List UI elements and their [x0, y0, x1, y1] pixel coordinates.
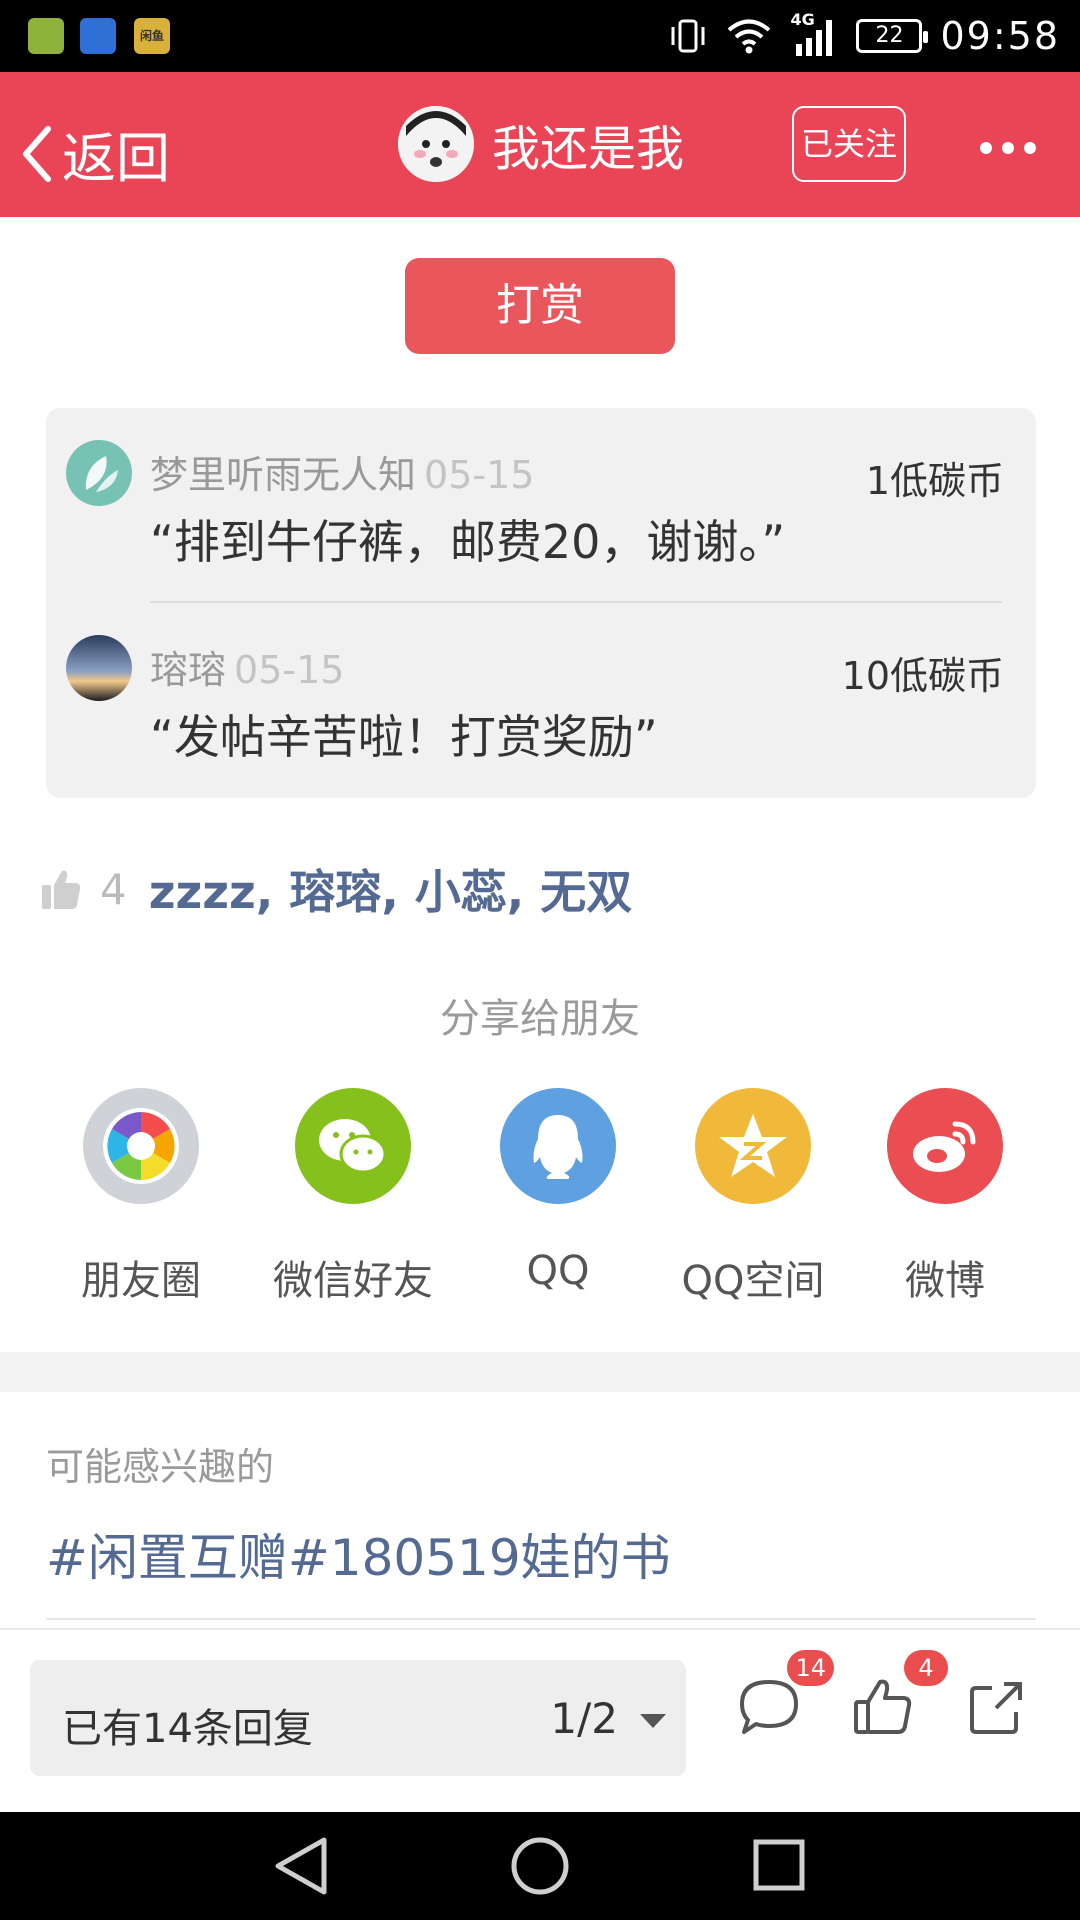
- follow-button[interactable]: 已关注: [792, 106, 906, 182]
- wifi-icon: [728, 19, 771, 54]
- nav-home-button[interactable]: [505, 1834, 575, 1898]
- reply-page-selector[interactable]: 已有14条回复 1/2: [30, 1660, 686, 1776]
- section-separator: [0, 1352, 1080, 1392]
- share-moments-button[interactable]: 朋友圈: [56, 1088, 226, 1306]
- share-label: 微博: [905, 1258, 985, 1304]
- nav-recents-button[interactable]: [744, 1834, 814, 1898]
- interest-heading: 可能感兴趣的: [46, 1445, 275, 1489]
- xianyu-app-icon: 闲鱼: [134, 18, 170, 54]
- signal-icon: [796, 20, 833, 56]
- reward-user-line: 瑢瑢 05-15: [150, 639, 344, 694]
- thumbs-up-icon: [854, 1679, 912, 1734]
- square-recents-icon: [753, 1839, 805, 1891]
- share-label: 朋友圈: [81, 1258, 201, 1304]
- bottom-bar: 已有14条回复 1/2 14 4: [0, 1628, 1080, 1812]
- likes-names[interactable]: zzzz, 瑢瑢, 小蕊, 无双: [149, 856, 633, 922]
- likes-count: 4: [100, 864, 127, 914]
- back-button[interactable]: 返回: [20, 114, 170, 193]
- reward-item: 梦里听雨无人知 05-15 1低碳币 “排到牛仔裤，邮费20，谢谢。”: [46, 408, 1036, 603]
- share-title: 分享给朋友: [440, 996, 640, 1042]
- moments-icon: [83, 1088, 199, 1204]
- reward-user-avatar[interactable]: [66, 440, 132, 506]
- nav-back-button[interactable]: [266, 1834, 336, 1898]
- signal-indicator: 4G: [790, 10, 838, 58]
- more-dot: [1024, 142, 1036, 154]
- circle-home-icon: [511, 1837, 569, 1895]
- reward-user-name[interactable]: 瑢瑢: [150, 648, 226, 692]
- weibo-icon: [887, 1088, 1003, 1204]
- chevron-left-icon: [23, 125, 51, 182]
- likes-row: 4 zzzz, 瑢瑢, 小蕊, 无双: [40, 856, 632, 922]
- clock: 09:58: [940, 14, 1060, 58]
- share-weibo-button[interactable]: 微博: [860, 1088, 1030, 1306]
- system-nav-bar: [0, 1812, 1080, 1920]
- reward-amount: 10低碳币: [841, 654, 1004, 698]
- share-qq-button[interactable]: QQ: [473, 1088, 643, 1294]
- share-label: QQ空间: [681, 1258, 825, 1304]
- status-bar: 闲鱼 4G 22 09:58: [0, 0, 1080, 72]
- reply-count-text: 已有14条回复: [62, 1706, 313, 1752]
- app-notification-icon: [28, 18, 64, 54]
- share-label: QQ: [526, 1248, 590, 1294]
- qzone-icon: [695, 1088, 811, 1204]
- reward-date: 05-15: [424, 453, 535, 497]
- reward-user-line: 梦里听雨无人知 05-15: [150, 444, 534, 499]
- interest-topic-link[interactable]: #闲置互赠#180519娃的书: [46, 1518, 671, 1590]
- share-label: 微信好友: [273, 1258, 433, 1304]
- comment-button[interactable]: 14: [734, 1650, 834, 1742]
- reward-item: 瑢瑢 05-15 10低碳币 “发帖辛苦啦！打赏奖励”: [46, 603, 1036, 798]
- user-title[interactable]: 我还是我: [398, 106, 684, 182]
- reward-message: “排到牛仔裤，邮费20，谢谢。”: [150, 515, 786, 569]
- reward-date: 05-15: [234, 648, 345, 692]
- more-dot: [980, 142, 992, 154]
- like-button[interactable]: 4: [848, 1650, 948, 1742]
- share-qzone-button[interactable]: QQ空间: [668, 1088, 838, 1306]
- divider: [46, 1618, 1036, 1620]
- more-dot: [1002, 142, 1014, 154]
- reward-list: 梦里听雨无人知 05-15 1低碳币 “排到牛仔裤，邮费20，谢谢。” 瑢瑢 05-: [46, 408, 1036, 798]
- like-count-badge: 4: [904, 1650, 948, 1686]
- share-wechat-button[interactable]: 微信好友: [268, 1088, 438, 1306]
- reward-user-avatar[interactable]: [66, 635, 132, 701]
- caret-down-icon: [640, 1714, 666, 1728]
- reward-amount: 1低碳币: [865, 459, 1004, 503]
- battery-icon: 22: [856, 19, 929, 53]
- avatar[interactable]: [398, 106, 474, 182]
- page-indicator: 1/2: [550, 1694, 618, 1743]
- header-bar: 返回 我还是我 已关注: [0, 72, 1080, 217]
- qq-icon: [500, 1088, 616, 1204]
- share-button[interactable]: [962, 1672, 1032, 1742]
- triangle-back-icon: [275, 1837, 327, 1895]
- comment-count-badge: 14: [787, 1650, 834, 1686]
- share-icon: [970, 1682, 1022, 1734]
- thumbs-up-icon: [42, 870, 81, 909]
- vibrate-icon: [671, 19, 705, 53]
- reward-button[interactable]: 打赏: [405, 258, 675, 354]
- back-label: 返回: [62, 127, 170, 190]
- more-menu-button[interactable]: [980, 142, 1036, 154]
- reward-user-name[interactable]: 梦里听雨无人知: [150, 453, 416, 497]
- page-title: 我还是我: [492, 121, 685, 177]
- wechat-icon: [295, 1088, 411, 1204]
- reward-message: “发帖辛苦啦！打赏奖励”: [150, 710, 658, 764]
- security-app-icon: [80, 18, 116, 54]
